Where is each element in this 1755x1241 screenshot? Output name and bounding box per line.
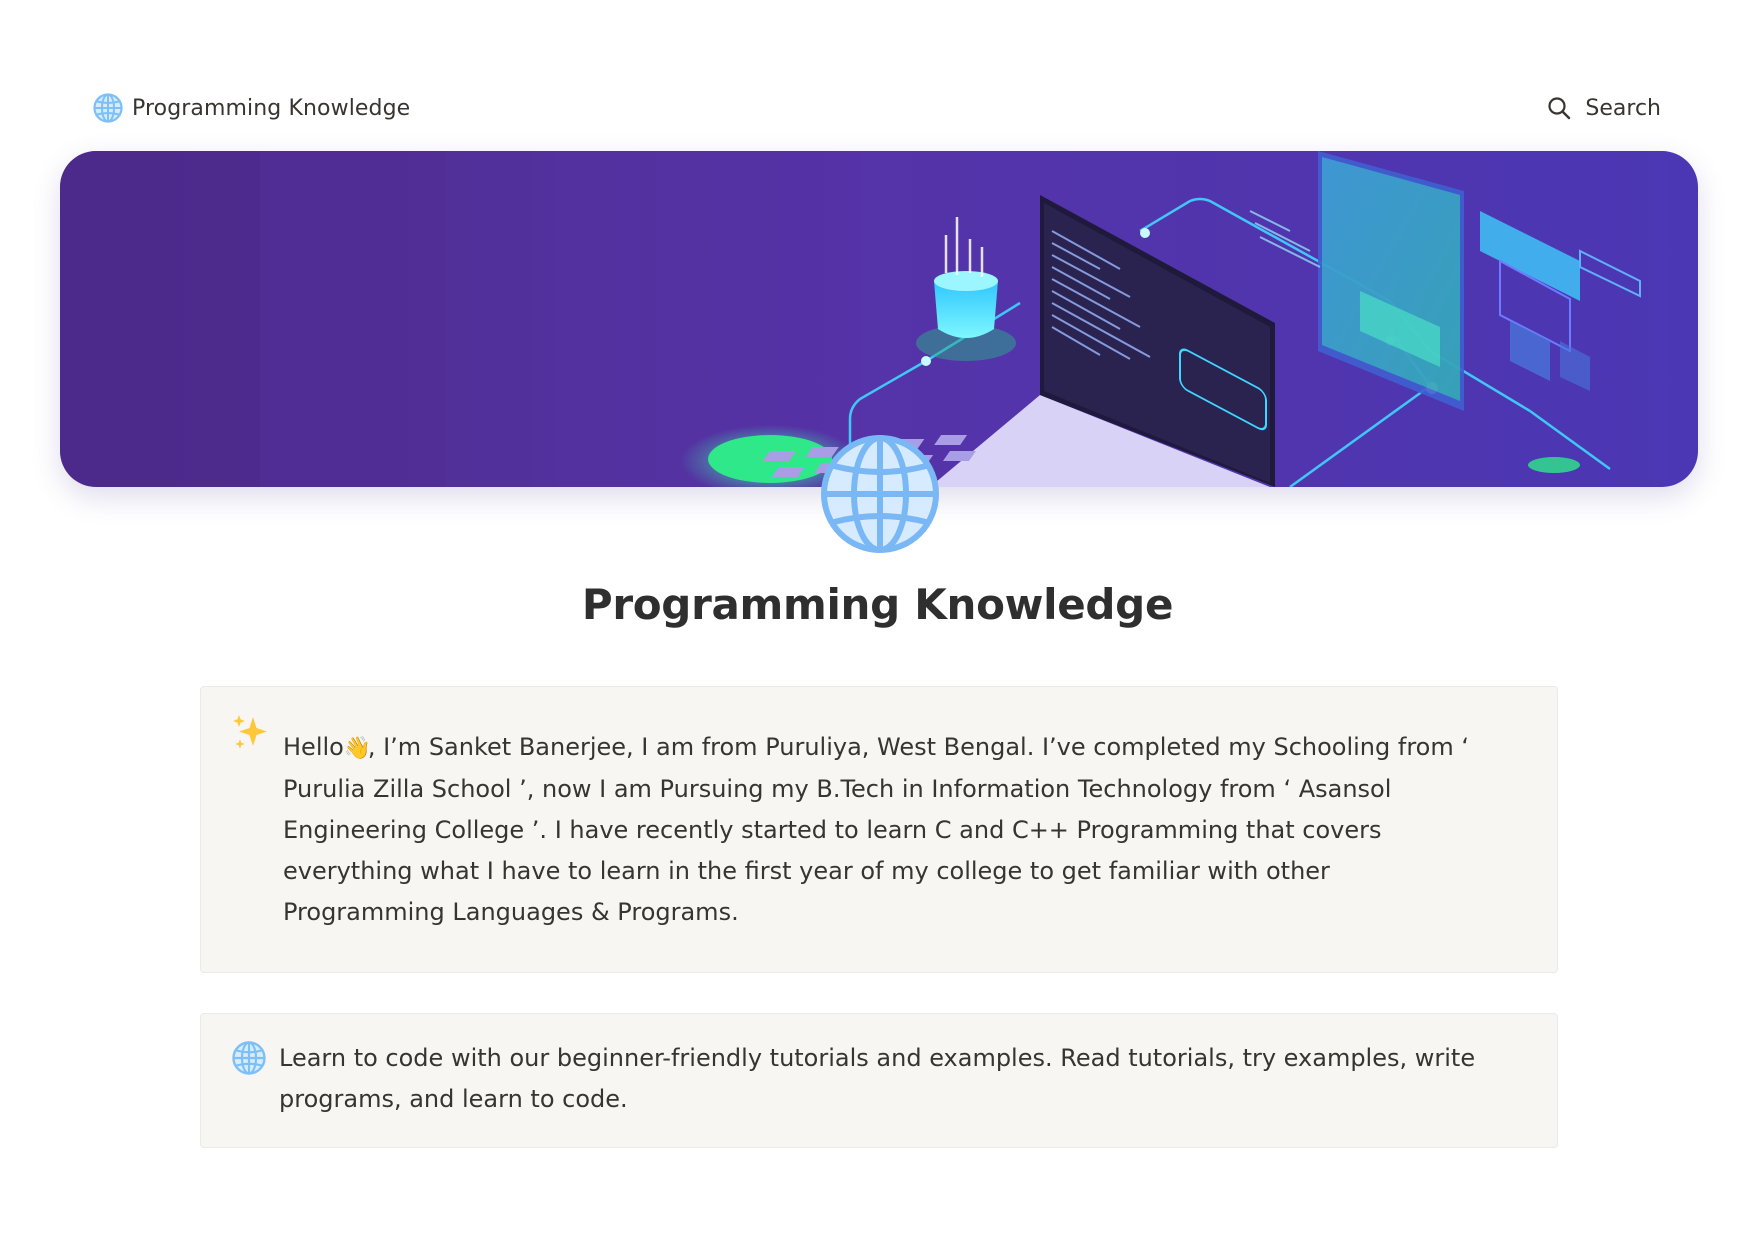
top-bar: Programming Knowledge Search [0, 0, 1755, 150]
page-globe-icon[interactable] [818, 432, 942, 556]
intro-line-1-end: , I’m Sanket Banerjee, I am from Puruliy… [367, 733, 1469, 761]
breadcrumb-label: Programming Knowledge [132, 95, 411, 121]
intro-line-2: Purulia Zilla School ’, now I am Pursuin… [283, 775, 1392, 803]
learn-callout: Learn to code with our beginner-friendly… [200, 1013, 1558, 1148]
intro-line-1: Hello👋, I’m Sanket Banerjee, I am from P… [283, 727, 1533, 769]
sparkles-icon [231, 713, 271, 753]
search-button[interactable]: Search [1547, 88, 1661, 128]
intro-line-5: Programming Languages & Programs. [283, 898, 739, 926]
search-icon [1547, 96, 1571, 120]
globe-icon [92, 92, 124, 124]
learn-line-1: Learn to code with our beginner-friendly… [279, 1044, 1476, 1072]
intro-line-1-start: Hello [283, 733, 344, 761]
intro-text: Hello👋, I’m Sanket Banerjee, I am from P… [283, 727, 1533, 933]
globe-icon [231, 1040, 267, 1076]
breadcrumb-home[interactable]: Programming Knowledge [92, 88, 410, 128]
waving-hand-icon: 👋 [343, 736, 372, 761]
search-label: Search [1585, 95, 1661, 121]
intro-callout: Hello👋, I’m Sanket Banerjee, I am from P… [200, 686, 1558, 973]
learn-text: Learn to code with our beginner-friendly… [279, 1038, 1534, 1120]
intro-line-3: Engineering College ’. I have recently s… [283, 816, 1382, 844]
learn-line-2: programs, and learn to code. [279, 1085, 628, 1113]
intro-line-4: everything what I have to learn in the f… [283, 857, 1330, 885]
page-title: Programming Knowledge [581, 580, 1174, 629]
